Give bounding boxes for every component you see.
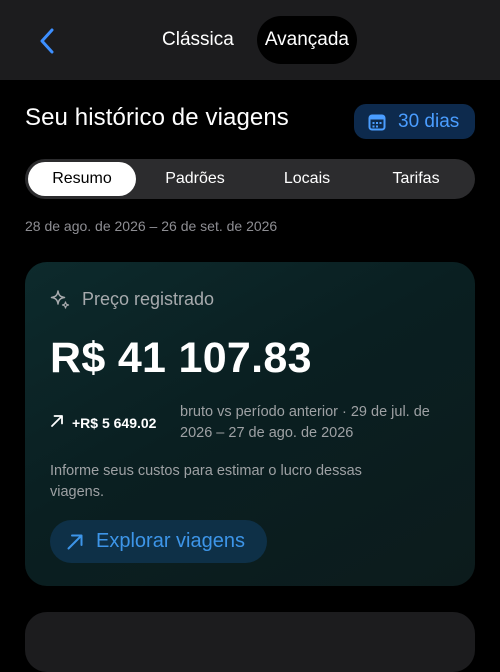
section-tabs: Resumo Padrões Locais Tarifas — [25, 159, 475, 199]
card-label: Preço registrado — [82, 289, 215, 309]
tab-padroes[interactable]: Padrões — [136, 162, 254, 196]
chevron-left-icon — [40, 28, 54, 54]
period-comparison: +R$ 5 649.02 bruto vs período anterior ·… — [50, 402, 460, 446]
delta-note: bruto vs período anterior · 29 de jul. d… — [180, 404, 430, 441]
page-title: Seu histórico de viagens — [25, 104, 289, 131]
mode-switcher: Clássica Avançada — [147, 16, 357, 64]
range-selector-button[interactable]: 30 dias — [354, 104, 475, 139]
range-label: 30 dias — [398, 110, 460, 132]
mode-classic[interactable]: Clássica — [147, 16, 249, 64]
calendar-icon — [368, 114, 386, 130]
card-header: Preço registrado — [50, 289, 214, 310]
date-range-text: 28 de ago. de 2026 – 26 de set. de 2026 — [25, 218, 278, 234]
tab-tarifas[interactable]: Tarifas — [360, 162, 472, 196]
mode-advanced[interactable]: Avançada — [256, 16, 357, 64]
next-card — [25, 612, 475, 672]
tab-resumo[interactable]: Resumo — [28, 162, 136, 196]
cost-info-text: Informe seus custos para estimar o lucro… — [50, 463, 362, 500]
delta-value: +R$ 5 649.02 — [72, 415, 157, 431]
arrow-up-right-icon — [67, 534, 83, 549]
explore-label: Explorar viagens — [96, 530, 245, 552]
tab-locais[interactable]: Locais — [254, 162, 360, 196]
top-nav-bar: Clássica Avançada — [0, 0, 500, 80]
arrow-up-right-icon — [51, 415, 63, 427]
sparkle-icon — [50, 289, 70, 309]
back-button[interactable] — [30, 24, 64, 58]
explore-trips-button[interactable]: Explorar viagens — [50, 520, 267, 563]
earnings-summary-card: Preço registrado R$ 41 107.83 +R$ 5 649.… — [25, 262, 475, 586]
registered-amount: R$ 41 107.83 — [50, 334, 312, 382]
